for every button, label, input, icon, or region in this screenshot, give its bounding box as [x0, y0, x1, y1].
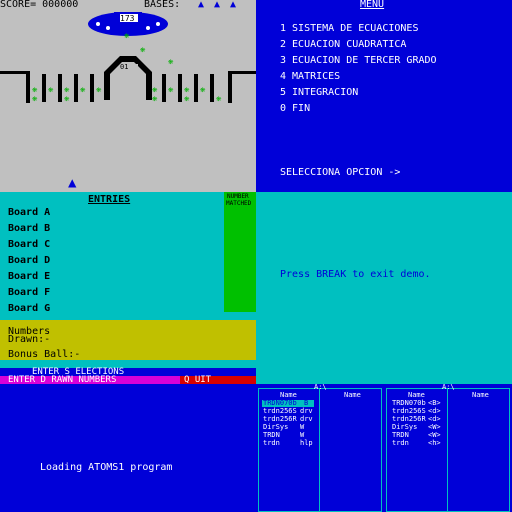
file-ext: drv	[300, 407, 313, 415]
mothership-value: 173	[120, 14, 135, 23]
wall-post	[58, 74, 62, 102]
wall-post	[228, 71, 232, 103]
alien-icon: ❋	[168, 57, 174, 67]
alien-icon: ❋	[168, 85, 174, 95]
board-label: Board B	[8, 223, 51, 234]
numbers-drawn-label: Drawn:-	[8, 334, 51, 345]
lotto-screen: ENTRIES NUMBER MATCHED Board A Board B B…	[0, 192, 256, 384]
alien-icon: ❋	[124, 31, 130, 41]
column-header: Name	[280, 391, 297, 399]
column-divider	[319, 389, 320, 511]
loader-screen: Loading ATOMS1 program	[0, 384, 256, 512]
board-label: Board G	[8, 303, 51, 314]
wall-post	[90, 74, 94, 102]
menu-item[interactable]: 3 ECUACION DE TERCER GRADO	[280, 56, 437, 66]
score-label: SCORE= 000000	[0, 0, 79, 10]
ship-icon: ▲	[230, 0, 237, 10]
file-ext: drv	[300, 415, 313, 423]
file-row[interactable]: trdn256R	[263, 416, 297, 423]
file-ext: <d>	[428, 415, 441, 423]
loading-message: Loading ATOMS1 program	[40, 462, 173, 473]
alien-icon: ❋	[32, 94, 38, 104]
column-header: Name	[408, 391, 425, 399]
file-row[interactable]: TRDN070b	[263, 400, 297, 407]
alien-icon: ❋	[96, 85, 102, 95]
tunnel-gate	[104, 56, 152, 100]
demo-screen: Press BREAK to exit demo.	[256, 192, 512, 384]
demo-message: Press BREAK to exit demo.	[280, 269, 431, 280]
column-header: Name	[472, 391, 489, 399]
menu-item[interactable]: 4 MATRICES	[280, 72, 340, 82]
file-row[interactable]: trdn	[392, 440, 409, 447]
drive-label: A:\	[442, 384, 455, 391]
file-row[interactable]: DirSys	[263, 424, 288, 431]
file-row[interactable]: trdn256S	[263, 408, 297, 415]
number-matched-label: MATCHED	[226, 200, 252, 207]
alien-icon: ❋	[64, 94, 70, 104]
menu-item[interactable]: 5 INTEGRACION	[280, 88, 358, 98]
file-ext: <W>	[428, 423, 441, 431]
alien-icon: ❋	[140, 45, 146, 55]
alien-icon: ❋	[80, 85, 86, 95]
wall-segment	[228, 71, 256, 74]
menu-prompt[interactable]: SELECCIONA OPCION ->	[280, 168, 400, 178]
board-label: Board A	[8, 207, 51, 218]
ship-icon: ▲	[198, 0, 205, 10]
number-matched-column	[224, 192, 256, 312]
drive-label: A:\	[314, 384, 327, 391]
file-ext: <W>	[428, 431, 441, 439]
board-label: Board D	[8, 255, 51, 266]
menu-item[interactable]: 2 ECUACION CUADRATICA	[280, 40, 406, 50]
tunnel-value: 01	[120, 63, 129, 71]
file-row[interactable]: trdn	[263, 440, 280, 447]
alien-icon: ❋	[48, 85, 54, 95]
alien-icon: ❋	[200, 85, 206, 95]
board-label: Board E	[8, 271, 51, 282]
wall-post	[74, 74, 78, 102]
file-ext: <B>	[428, 399, 441, 407]
menu-item[interactable]: 1 SISTEMA DE ECUACIONES	[280, 24, 418, 34]
file-row[interactable]: TRDN	[263, 432, 280, 439]
file-ext: <d>	[428, 407, 441, 415]
file-manager-screen: A:\ Name Name TRDN070b B trdn256S drv tr…	[256, 384, 512, 512]
file-row[interactable]: trdn256S	[392, 408, 426, 415]
wall-post	[162, 74, 166, 102]
wall-segment	[0, 71, 28, 74]
file-row[interactable]: DirSys	[392, 424, 417, 431]
wall-post	[26, 71, 30, 103]
wall-post	[210, 74, 214, 102]
file-ext: B	[304, 399, 309, 407]
wall-post	[42, 74, 46, 102]
enter-drawn-option[interactable]: ENTER D RAWN NUMBERS	[8, 376, 116, 385]
board-label: Board C	[8, 239, 51, 250]
menu-item[interactable]: 0 FIN	[280, 104, 310, 114]
entries-title: ENTRIES	[88, 194, 131, 205]
alien-icon: ❋	[184, 94, 190, 104]
menu-screen: MENU 1 SISTEMA DE ECUACIONES 2 ECUACION …	[256, 0, 512, 192]
wall-post	[178, 74, 182, 102]
alien-icon: ❋	[216, 94, 222, 104]
file-row[interactable]: TRDN070b	[392, 400, 426, 407]
file-row[interactable]: TRDN	[392, 432, 409, 439]
file-ext: hlp	[300, 439, 313, 447]
file-ext: <h>	[428, 439, 441, 447]
file-row[interactable]: trdn256R	[392, 416, 426, 423]
wall-post	[194, 74, 198, 102]
file-ext: W	[300, 423, 305, 431]
column-header: Name	[344, 391, 361, 399]
column-divider	[447, 389, 448, 511]
ship-icon: ▲	[214, 0, 221, 10]
quit-option[interactable]: Q UIT	[184, 376, 211, 385]
board-label: Board F	[8, 287, 51, 298]
game-screen: SCORE= 000000 BASES: ▲ ▲ ▲ 173 01 ❋ ❋ ❋ …	[0, 0, 256, 192]
file-ext: W	[300, 431, 305, 439]
alien-icon: ❋	[152, 94, 158, 104]
menu-title: MENU	[360, 0, 385, 10]
bonus-ball-label: Bonus Ball:-	[8, 349, 81, 360]
player-ship-icon: ▲	[68, 175, 77, 191]
